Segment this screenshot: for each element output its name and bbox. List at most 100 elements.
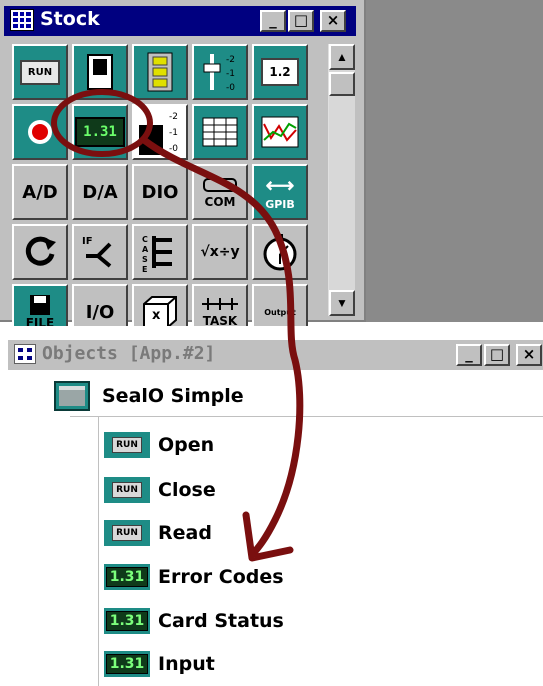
- tree-item-read[interactable]: RUN Read: [104, 514, 212, 552]
- floppy-icon: [30, 295, 50, 315]
- ad-tool[interactable]: A/D: [12, 164, 68, 220]
- led-tool[interactable]: [12, 104, 68, 160]
- numeric-display-object-icon: 1.31: [104, 564, 150, 590]
- tree-root-item[interactable]: SealO Simple: [54, 378, 244, 414]
- dio-tool[interactable]: DIO: [132, 164, 188, 220]
- loop-icon: [25, 236, 56, 266]
- objects-minimize-button[interactable]: _: [456, 344, 482, 366]
- gpib-tool-label: GPIB: [265, 198, 295, 211]
- numeric-display-tool[interactable]: 1.31: [72, 104, 128, 160]
- dio-tool-label: DIO: [141, 181, 179, 203]
- svg-text:S: S: [142, 255, 148, 264]
- loop-tool[interactable]: [12, 224, 68, 280]
- ad-tool-label: A/D: [22, 181, 58, 203]
- desktop-background: [366, 0, 543, 322]
- graph-tool[interactable]: [252, 104, 308, 160]
- scroll-thumb[interactable]: [329, 72, 355, 96]
- objects-title: Objects [App.#2]: [42, 343, 216, 364]
- tree-item-label: Read: [158, 522, 212, 544]
- svg-text:IF: IF: [82, 236, 93, 247]
- run-icon-label: RUN: [112, 482, 142, 498]
- bar-meter-tool[interactable]: -2 -1 -0: [132, 104, 188, 160]
- svg-text:-1: -1: [169, 128, 178, 138]
- objects-close-button[interactable]: ×: [516, 344, 542, 366]
- tree-item-label: Close: [158, 479, 216, 501]
- svg-text:-1: -1: [226, 69, 235, 79]
- svg-text:-2: -2: [226, 55, 235, 65]
- tree-branch-line: [98, 416, 99, 686]
- gpib-tool[interactable]: ⟷ GPIB: [252, 164, 308, 220]
- stock-scrollbar[interactable]: ▲ ▼: [328, 44, 355, 316]
- double-arrow-icon: ⟷: [265, 175, 295, 197]
- led-icon: [28, 120, 52, 144]
- svg-text:C: C: [142, 235, 148, 244]
- svg-text:A: A: [142, 245, 149, 254]
- io-tool-label: I/O: [85, 301, 115, 323]
- if-tool[interactable]: IF: [72, 224, 128, 280]
- numeric-display-label: 1.31: [75, 117, 125, 147]
- lcd-icon-label: 1.31: [105, 567, 149, 587]
- tree-divider: [70, 416, 543, 417]
- tree-item-open[interactable]: RUN Open: [104, 426, 214, 464]
- stock-app-icon: [10, 9, 34, 31]
- svg-text:-0: -0: [169, 144, 178, 154]
- box-tool-label: x: [152, 308, 161, 323]
- task-icon: [202, 298, 238, 310]
- formula-tool[interactable]: √x÷y: [192, 224, 248, 280]
- serial-port-icon: [203, 178, 237, 192]
- tree-item-label: Input: [158, 653, 215, 675]
- scroll-down-arrow-icon[interactable]: ▼: [329, 290, 355, 316]
- com-tool[interactable]: COM: [192, 164, 248, 220]
- stock-window: Stock _ □ × RUN -2 -1 -0 1.2 1.31 -2 -1 …: [0, 0, 366, 340]
- formula-tool-label: √x÷y: [200, 244, 240, 260]
- stopwatch-icon: [263, 234, 297, 271]
- numeric-display-object-icon: 1.31: [104, 651, 150, 677]
- button-panel-tool[interactable]: [132, 44, 188, 100]
- objects-title-bar[interactable]: Objects [App.#2] _ □ ×: [8, 340, 543, 370]
- lcd-icon-label: 1.31: [105, 611, 149, 631]
- run-icon-label: RUN: [112, 525, 142, 541]
- table-icon: [202, 117, 238, 147]
- run-icon-label: RUN: [112, 437, 142, 453]
- tree-item-label: Error Codes: [158, 566, 284, 588]
- stock-title: Stock: [40, 8, 100, 30]
- maximize-button[interactable]: □: [288, 10, 314, 32]
- tree-item-label: Card Status: [158, 610, 284, 632]
- if-branch-icon: IF: [82, 236, 112, 268]
- da-tool[interactable]: D/A: [72, 164, 128, 220]
- com-tool-label: COM: [204, 195, 236, 209]
- button-panel-icon: [147, 52, 173, 92]
- tree-item-input[interactable]: 1.31 Input: [104, 645, 215, 683]
- da-tool-label: D/A: [82, 181, 118, 203]
- tree-item-close[interactable]: RUN Close: [104, 471, 216, 509]
- objects-app-icon: [14, 344, 36, 364]
- switch-icon: [87, 54, 113, 90]
- tree-root-label: SealO Simple: [102, 385, 244, 407]
- numeric-input-tool[interactable]: 1.2: [252, 44, 308, 100]
- switch-tool[interactable]: [72, 44, 128, 100]
- tree-item-card-status[interactable]: 1.31 Card Status: [104, 602, 284, 640]
- svg-text:-2: -2: [169, 112, 178, 122]
- case-tool[interactable]: C A S E: [132, 224, 188, 280]
- slider-icon: -2 -1 -0: [203, 54, 235, 93]
- timer-tool[interactable]: [252, 224, 308, 280]
- objects-window: Objects [App.#2] _ □ × SealO Simple RUN …: [0, 326, 543, 686]
- run-object-icon: RUN: [104, 432, 150, 458]
- svg-text:-0: -0: [226, 83, 235, 93]
- slider-tool[interactable]: -2 -1 -0: [192, 44, 248, 100]
- scroll-up-arrow-icon[interactable]: ▲: [329, 44, 355, 70]
- close-button[interactable]: ×: [320, 10, 346, 32]
- tree-item-error-codes[interactable]: 1.31 Error Codes: [104, 558, 284, 596]
- run-tool-label: RUN: [19, 59, 61, 85]
- table-tool[interactable]: [192, 104, 248, 160]
- lcd-icon-label: 1.31: [105, 654, 149, 674]
- graph-icon: [261, 116, 299, 148]
- tree-item-label: Open: [158, 434, 215, 456]
- bar-meter-icon: -2 -1 -0: [139, 112, 178, 155]
- objects-maximize-button[interactable]: □: [484, 344, 510, 366]
- stock-title-bar[interactable]: Stock _ □ ×: [4, 6, 356, 36]
- minimize-button[interactable]: _: [260, 10, 286, 32]
- output-tool-label: Output: [264, 307, 296, 317]
- run-tool[interactable]: RUN: [12, 44, 68, 100]
- numeric-input-label: 1.2: [261, 58, 299, 86]
